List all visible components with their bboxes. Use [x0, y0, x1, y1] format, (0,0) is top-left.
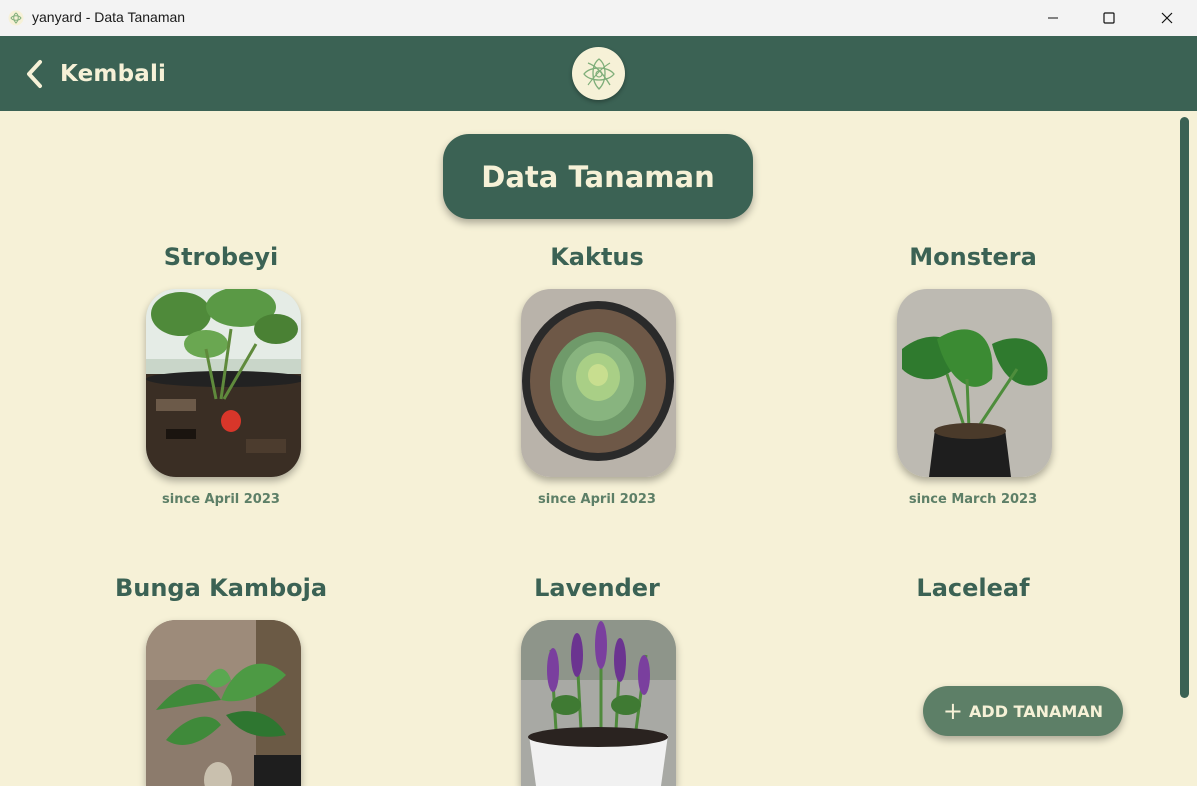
- plant-name-lavender: Lavender: [534, 574, 660, 602]
- minimize-icon: [1048, 17, 1058, 19]
- frangipani-plant-photo: [146, 620, 301, 786]
- plant-name-monstera: Monstera: [909, 243, 1037, 271]
- maximize-icon: [1103, 12, 1115, 24]
- close-button[interactable]: [1144, 0, 1190, 36]
- lavender-plant-photo: [521, 620, 676, 786]
- monstera-plant-photo: [897, 289, 1052, 477]
- chevron-left-icon: [27, 60, 42, 88]
- page-title: Data Tanaman: [443, 134, 753, 219]
- add-tanaman-label: ADD TANAMAN: [969, 701, 1104, 721]
- close-icon: [1161, 12, 1173, 24]
- plant-since-monstera: since March 2023: [908, 492, 1038, 507]
- scrollbar-thumb[interactable]: [1180, 117, 1189, 698]
- back-button[interactable]: Kembali: [24, 58, 166, 90]
- plant-card-monstera[interactable]: [897, 289, 1052, 477]
- app-header: Kembali: [0, 36, 1197, 111]
- leaf-logo-icon: [582, 57, 615, 90]
- window-title: yanyard - Data Tanaman: [32, 9, 186, 25]
- plant-card-kaktus[interactable]: [521, 289, 676, 477]
- plant-since-strobeyi: since April 2023: [162, 492, 280, 507]
- plant-name-bunga-kamboja: Bunga Kamboja: [114, 574, 328, 602]
- window-titlebar: yanyard - Data Tanaman: [0, 0, 1197, 36]
- app-logo: [572, 47, 625, 100]
- plant-card-lavender[interactable]: [521, 620, 676, 786]
- plant-card-bunga-kamboja[interactable]: [146, 620, 301, 786]
- plant-name-kaktus: Kaktus: [550, 243, 644, 271]
- page-title-text: Data Tanaman: [481, 159, 715, 194]
- plus-icon: +: [942, 697, 964, 725]
- plant-since-kaktus: since April 2023: [538, 492, 656, 507]
- back-label: Kembali: [60, 61, 167, 87]
- add-tanaman-button[interactable]: + ADD TANAMAN: [923, 686, 1123, 736]
- app-icon: [8, 10, 24, 26]
- minimize-button[interactable]: [1030, 0, 1076, 36]
- succulent-cactus-photo: [521, 289, 676, 477]
- maximize-button[interactable]: [1086, 0, 1132, 36]
- strawberry-plant-photo: [146, 289, 301, 477]
- plant-name-strobeyi: Strobeyi: [163, 243, 279, 271]
- plant-name-laceleaf: Laceleaf: [916, 574, 1030, 602]
- plant-card-strobeyi[interactable]: [146, 289, 301, 477]
